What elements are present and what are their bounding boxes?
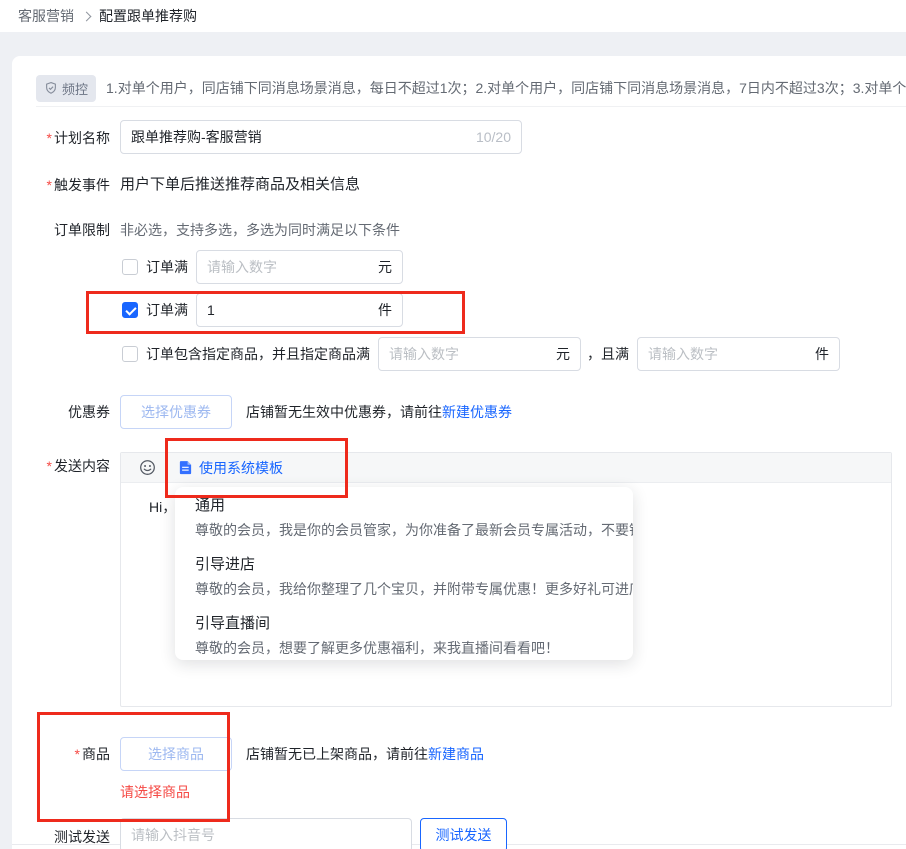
- template-title: 通用: [195, 495, 613, 517]
- editor-toolbar: 使用系统模板: [121, 453, 891, 483]
- breadcrumb: 客服营销 配置跟单推荐购: [0, 0, 906, 32]
- use-system-template-button[interactable]: 使用系统模板: [178, 458, 283, 478]
- product-label: *商品: [12, 744, 110, 764]
- template-option-guide-to-shop[interactable]: 引导进店 尊敬的会员，我给你整理了几个宝贝，并附带专属优惠！更多好礼可进店铺查看…: [195, 554, 613, 600]
- specified-quantity-input[interactable]: [638, 338, 815, 370]
- condition-specified-product: 订单包含指定商品，并且指定商品满 元 ，且满 件: [122, 337, 840, 371]
- coupon-hint: 店铺暂无生效中优惠券，请前往新建优惠券: [246, 402, 512, 422]
- select-product-button[interactable]: 选择商品: [120, 737, 232, 771]
- create-coupon-link[interactable]: 新建优惠券: [442, 404, 512, 420]
- trigger-label: *触发事件: [12, 174, 110, 196]
- breadcrumb-parent[interactable]: 客服营销: [18, 6, 74, 26]
- checkbox-specified-product[interactable]: [122, 346, 138, 362]
- condition-order-amount: 订单满 元: [122, 250, 403, 284]
- template-title: 引导直播间: [195, 613, 613, 635]
- test-send-button[interactable]: 测试发送: [420, 818, 507, 849]
- frequency-notice-text: 1.对单个用户，同店铺下同消息场景消息，每日不超过1次；2.对单个用户，同店铺下…: [106, 78, 906, 98]
- page-title: 配置跟单推荐购: [99, 6, 197, 26]
- form-card: 频控 1.对单个用户，同店铺下同消息场景消息，每日不超过1次；2.对单个用户，同…: [12, 56, 906, 849]
- smiley-icon: [139, 459, 156, 476]
- product-hint: 店铺暂无已上架商品，请前往新建商品: [246, 744, 484, 764]
- order-quantity-input[interactable]: [197, 294, 378, 326]
- unit-yuan: 元: [378, 257, 402, 277]
- unit-jian: 件: [378, 300, 402, 320]
- template-title: 引导进店: [195, 554, 613, 576]
- checkbox-order-quantity[interactable]: [122, 302, 138, 318]
- condition-order-quantity: 订单满 件: [122, 293, 403, 327]
- condition-mid: ，且满: [587, 344, 629, 364]
- template-option-guide-to-livestream[interactable]: 引导直播间 尊敬的会员，想要了解更多优惠福利，来我直播间看看吧！: [195, 613, 613, 659]
- emoji-button[interactable]: [139, 459, 156, 476]
- checkbox-order-amount[interactable]: [122, 259, 138, 275]
- frequency-badge-label: 频控: [62, 79, 88, 98]
- char-counter: 10/20: [476, 129, 511, 145]
- unit-yuan: 元: [556, 344, 580, 364]
- select-coupon-button[interactable]: 选择优惠券: [120, 395, 232, 429]
- divider: [36, 106, 906, 107]
- trigger-value: 用户下单后推送推荐商品及相关信息: [120, 174, 360, 196]
- specified-amount-input[interactable]: [379, 338, 556, 370]
- order-limit-hint: 非必选，支持多选，多选为同时满足以下条件: [120, 219, 400, 241]
- product-error-message: 请选择商品: [120, 782, 190, 802]
- plan-name-field-box: 10/20: [120, 120, 522, 154]
- template-dropdown: 通用 尊敬的会员，我是你的会员管家，为你准备了最新会员专属活动，不要错过哦！ 引…: [175, 487, 633, 660]
- coupon-label: 优惠券: [12, 402, 110, 422]
- create-product-link[interactable]: 新建商品: [428, 746, 484, 762]
- template-desc: 尊敬的会员，我给你整理了几个宝贝，并附带专属优惠！更多好礼可进店铺查看！: [195, 578, 613, 600]
- chevron-right-icon: [82, 11, 92, 21]
- shield-check-icon: [44, 81, 58, 95]
- condition-prefix: 订单包含指定商品，并且指定商品满: [146, 344, 370, 364]
- douyin-id-input[interactable]: [121, 819, 411, 849]
- frequency-notice: 频控 1.对单个用户，同店铺下同消息场景消息，每日不超过1次；2.对单个用户，同…: [36, 74, 906, 102]
- use-system-template-label: 使用系统模板: [199, 458, 283, 478]
- template-desc: 尊敬的会员，我是你的会员管家，为你准备了最新会员专属活动，不要错过哦！: [195, 519, 613, 541]
- plan-name-input[interactable]: [121, 121, 521, 153]
- test-send-label: 测试发送: [12, 827, 110, 847]
- order-limit-label: 订单限制: [12, 219, 110, 241]
- unit-jian: 件: [815, 344, 839, 364]
- plan-name-label: *计划名称: [12, 128, 110, 148]
- document-icon: [178, 460, 193, 475]
- send-content-label: *发送内容: [12, 456, 110, 476]
- frequency-badge: 频控: [36, 75, 96, 102]
- template-desc: 尊敬的会员，想要了解更多优惠福利，来我直播间看看吧！: [195, 637, 613, 659]
- template-option-general[interactable]: 通用 尊敬的会员，我是你的会员管家，为你准备了最新会员专属活动，不要错过哦！: [195, 495, 613, 541]
- order-amount-input[interactable]: [197, 251, 378, 283]
- condition-prefix: 订单满: [146, 300, 188, 320]
- condition-prefix: 订单满: [146, 257, 188, 277]
